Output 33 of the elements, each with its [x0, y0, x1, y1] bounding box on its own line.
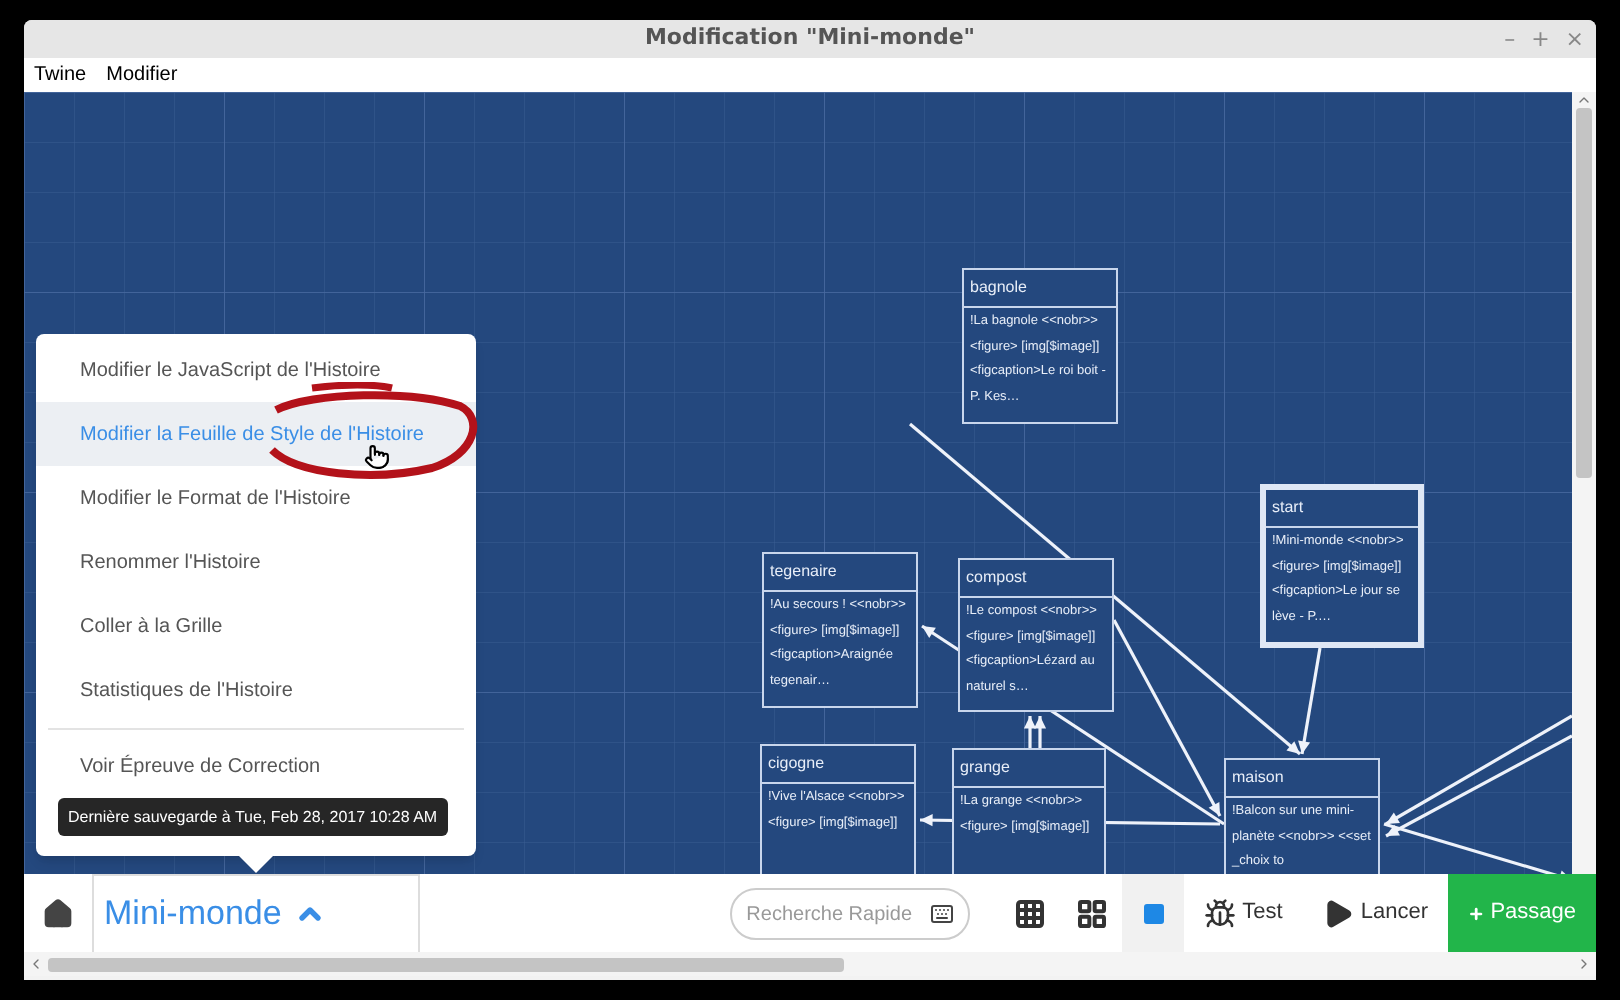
play-button[interactable]: Lancer	[1302, 874, 1448, 952]
scrollbar-thumb[interactable]	[1576, 108, 1592, 478]
square-icon	[1141, 901, 1166, 925]
passage-title: tegenaire	[764, 554, 916, 592]
home-icon	[42, 897, 74, 929]
scroll-left-icon	[28, 956, 44, 972]
bug-icon	[1204, 897, 1237, 929]
passage-title: maison	[1226, 760, 1378, 798]
tooltip: Dernière sauvegarde à Tue, Feb 28, 2017 10:28 AM	[58, 798, 448, 836]
grid-icon	[1075, 897, 1108, 929]
passage-title: compost	[960, 560, 1112, 598]
passage-title: start	[1266, 490, 1418, 528]
passage-title: cigogne	[762, 746, 914, 784]
menu-item[interactable]: Modifier le JavaScript de l'Histoire	[36, 338, 476, 402]
grid-icon	[1013, 897, 1046, 929]
menu-item[interactable]: Statistiques de l'Histoire	[36, 658, 476, 722]
menu-item[interactable]: Modifier	[106, 60, 178, 90]
menu-item[interactable]: Renommer l'Histoire	[36, 530, 476, 594]
hand-cursor-icon	[364, 444, 390, 470]
menu-item[interactable]: Modifier le Format de l'Histoire	[36, 466, 476, 530]
menu-item[interactable]: Voir Épreuve de Correction	[36, 736, 476, 796]
play-icon	[1322, 897, 1355, 929]
window-title: Modification "Mini-monde"	[644, 22, 976, 55]
test-button[interactable]: Test	[1184, 874, 1303, 952]
keyboard-icon	[930, 901, 955, 925]
scroll-right-icon	[1576, 956, 1592, 972]
search-field[interactable]: Recherche Rapide	[730, 888, 971, 940]
scrollbar-thumb[interactable]	[48, 957, 844, 971]
menu-item[interactable]: Coller à la Grille	[36, 594, 476, 658]
menu-item[interactable]: Twine	[34, 60, 87, 90]
scroll-up-icon	[1576, 92, 1592, 108]
passage-title: grange	[954, 750, 1104, 788]
passage-title: bagnole	[964, 270, 1116, 308]
